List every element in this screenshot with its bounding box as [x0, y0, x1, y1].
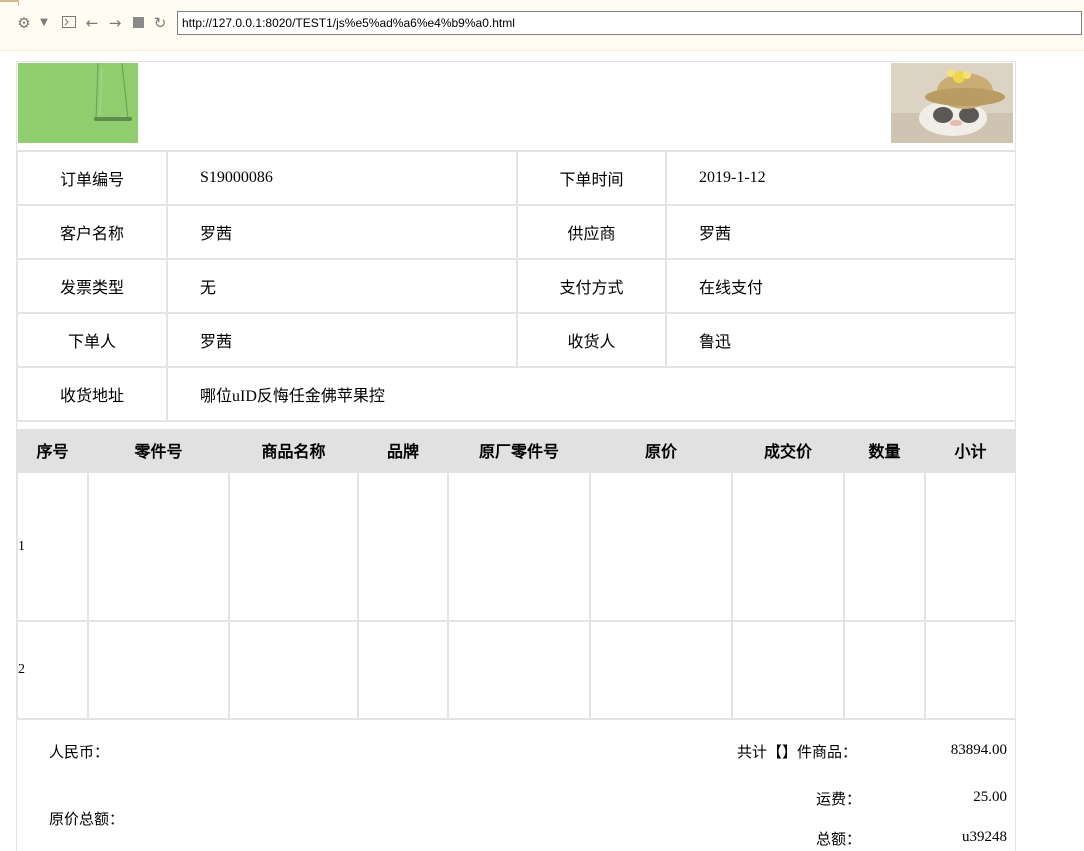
- address-value: 哪位uID反悔任金佛苹果控: [166, 366, 1015, 422]
- total-label: 总额：: [816, 830, 862, 848]
- orderer-label: 下单人: [17, 312, 168, 368]
- dropdown-icon[interactable]: ▼: [35, 14, 53, 32]
- order-info-table: 订单编号 S19000086 下单时间 2019-1-12 客户名称 罗茜 供应…: [17, 150, 1015, 422]
- order-page: 订单编号 S19000086 下单时间 2019-1-12 客户名称 罗茜 供应…: [16, 61, 1016, 851]
- payment-method-value: 在线支付: [665, 258, 1015, 314]
- table-cell: [589, 471, 733, 622]
- stop-icon[interactable]: [129, 14, 147, 32]
- table-cell: [731, 471, 845, 622]
- shipping-value: 25.00: [973, 789, 1007, 805]
- header-product-name: 商品名称: [229, 429, 358, 472]
- orderer-value: 罗茜: [166, 312, 518, 368]
- header-part-number: 零件号: [88, 429, 229, 472]
- table-cell: [357, 620, 449, 720]
- browser-toolbar: ⚙ ▼ ← → ↻ http://127.0.0.1:8020/TEST1/js…: [0, 0, 1084, 51]
- address-bar[interactable]: http://127.0.0.1:8020/TEST1/js%e5%ad%a6%…: [177, 11, 1082, 35]
- order-number-label: 订单编号: [17, 150, 168, 206]
- info-row: 订单编号 S19000086 下单时间 2019-1-12: [17, 150, 1015, 206]
- customer-name-value: 罗茜: [166, 204, 518, 260]
- reload-icon[interactable]: ↻: [151, 14, 169, 32]
- table-cell: [731, 620, 845, 720]
- table-cell: [589, 620, 733, 720]
- table-cell: [87, 620, 230, 720]
- order-time-value: 2019-1-12: [665, 150, 1015, 206]
- customer-name-label: 客户名称: [17, 204, 168, 260]
- receiver-value: 鲁迅: [665, 312, 1015, 368]
- shipping-label: 运费：: [816, 790, 862, 808]
- forward-icon[interactable]: →: [106, 14, 124, 32]
- header-subtotal: 小计: [925, 429, 1015, 472]
- header-oem-part-number: 原厂零件号: [448, 429, 590, 472]
- header-brand: 品牌: [358, 429, 448, 472]
- gear-icon[interactable]: ⚙: [15, 14, 33, 32]
- row-index: 2: [17, 620, 89, 720]
- invoice-type-label: 发票类型: [17, 258, 168, 314]
- items-table: 序号 零件号 商品名称 品牌 原厂零件号 原价 成交价 数量 小计 1 2: [17, 429, 1015, 720]
- table-row: 1: [17, 471, 1015, 622]
- table-cell: [924, 620, 1015, 720]
- info-row: 发票类型 无 支付方式 在线支付: [17, 258, 1015, 314]
- table-cell: [447, 471, 591, 622]
- order-time-label: 下单时间: [516, 150, 667, 206]
- console-icon[interactable]: [60, 14, 78, 32]
- table-cell: [357, 471, 449, 622]
- header-index: 序号: [17, 429, 88, 472]
- receiver-label: 收货人: [516, 312, 667, 368]
- table-cell: [228, 620, 359, 720]
- table-cell: [924, 471, 1015, 622]
- item-count-label: 共计【】件商品：: [737, 743, 858, 761]
- address-label: 收货地址: [17, 366, 168, 422]
- back-icon[interactable]: ←: [83, 14, 101, 32]
- total-value: u39248: [962, 829, 1007, 845]
- tab-edge: [0, 0, 19, 6]
- cat-photo: [891, 63, 1013, 143]
- order-summary: 人民币： 原价总额： 共计【】件商品： 83894.00 运费： 25.00 总…: [17, 722, 1015, 851]
- info-row: 收货地址 哪位uID反悔任金佛苹果控: [17, 366, 1015, 422]
- original-total-label: 原价总额：: [49, 810, 125, 828]
- table-cell: [843, 471, 926, 622]
- order-number-value: S19000086: [166, 150, 518, 206]
- table-cell: [843, 620, 926, 720]
- table-cell: [87, 471, 230, 622]
- info-row: 客户名称 罗茜 供应商 罗茜: [17, 204, 1015, 260]
- supplier-value: 罗茜: [665, 204, 1015, 260]
- items-header-row: 序号 零件号 商品名称 品牌 原厂零件号 原价 成交价 数量 小计: [17, 429, 1015, 472]
- rmb-label: 人民币：: [49, 743, 110, 761]
- row-index: 1: [17, 471, 89, 622]
- table-cell: [228, 471, 359, 622]
- info-row: 下单人 罗茜 收货人 鲁迅: [17, 312, 1015, 368]
- swing-icon: [94, 62, 132, 121]
- supplier-label: 供应商: [516, 204, 667, 260]
- header-quantity: 数量: [844, 429, 925, 472]
- table-cell: [447, 620, 591, 720]
- item-count-value: 83894.00: [950, 742, 1007, 758]
- header-deal-price: 成交价: [732, 429, 844, 472]
- logo-image: [18, 62, 138, 143]
- invoice-type-value: 无: [166, 258, 518, 314]
- header-original-price: 原价: [590, 429, 732, 472]
- table-row: 2: [17, 620, 1015, 720]
- payment-method-label: 支付方式: [516, 258, 667, 314]
